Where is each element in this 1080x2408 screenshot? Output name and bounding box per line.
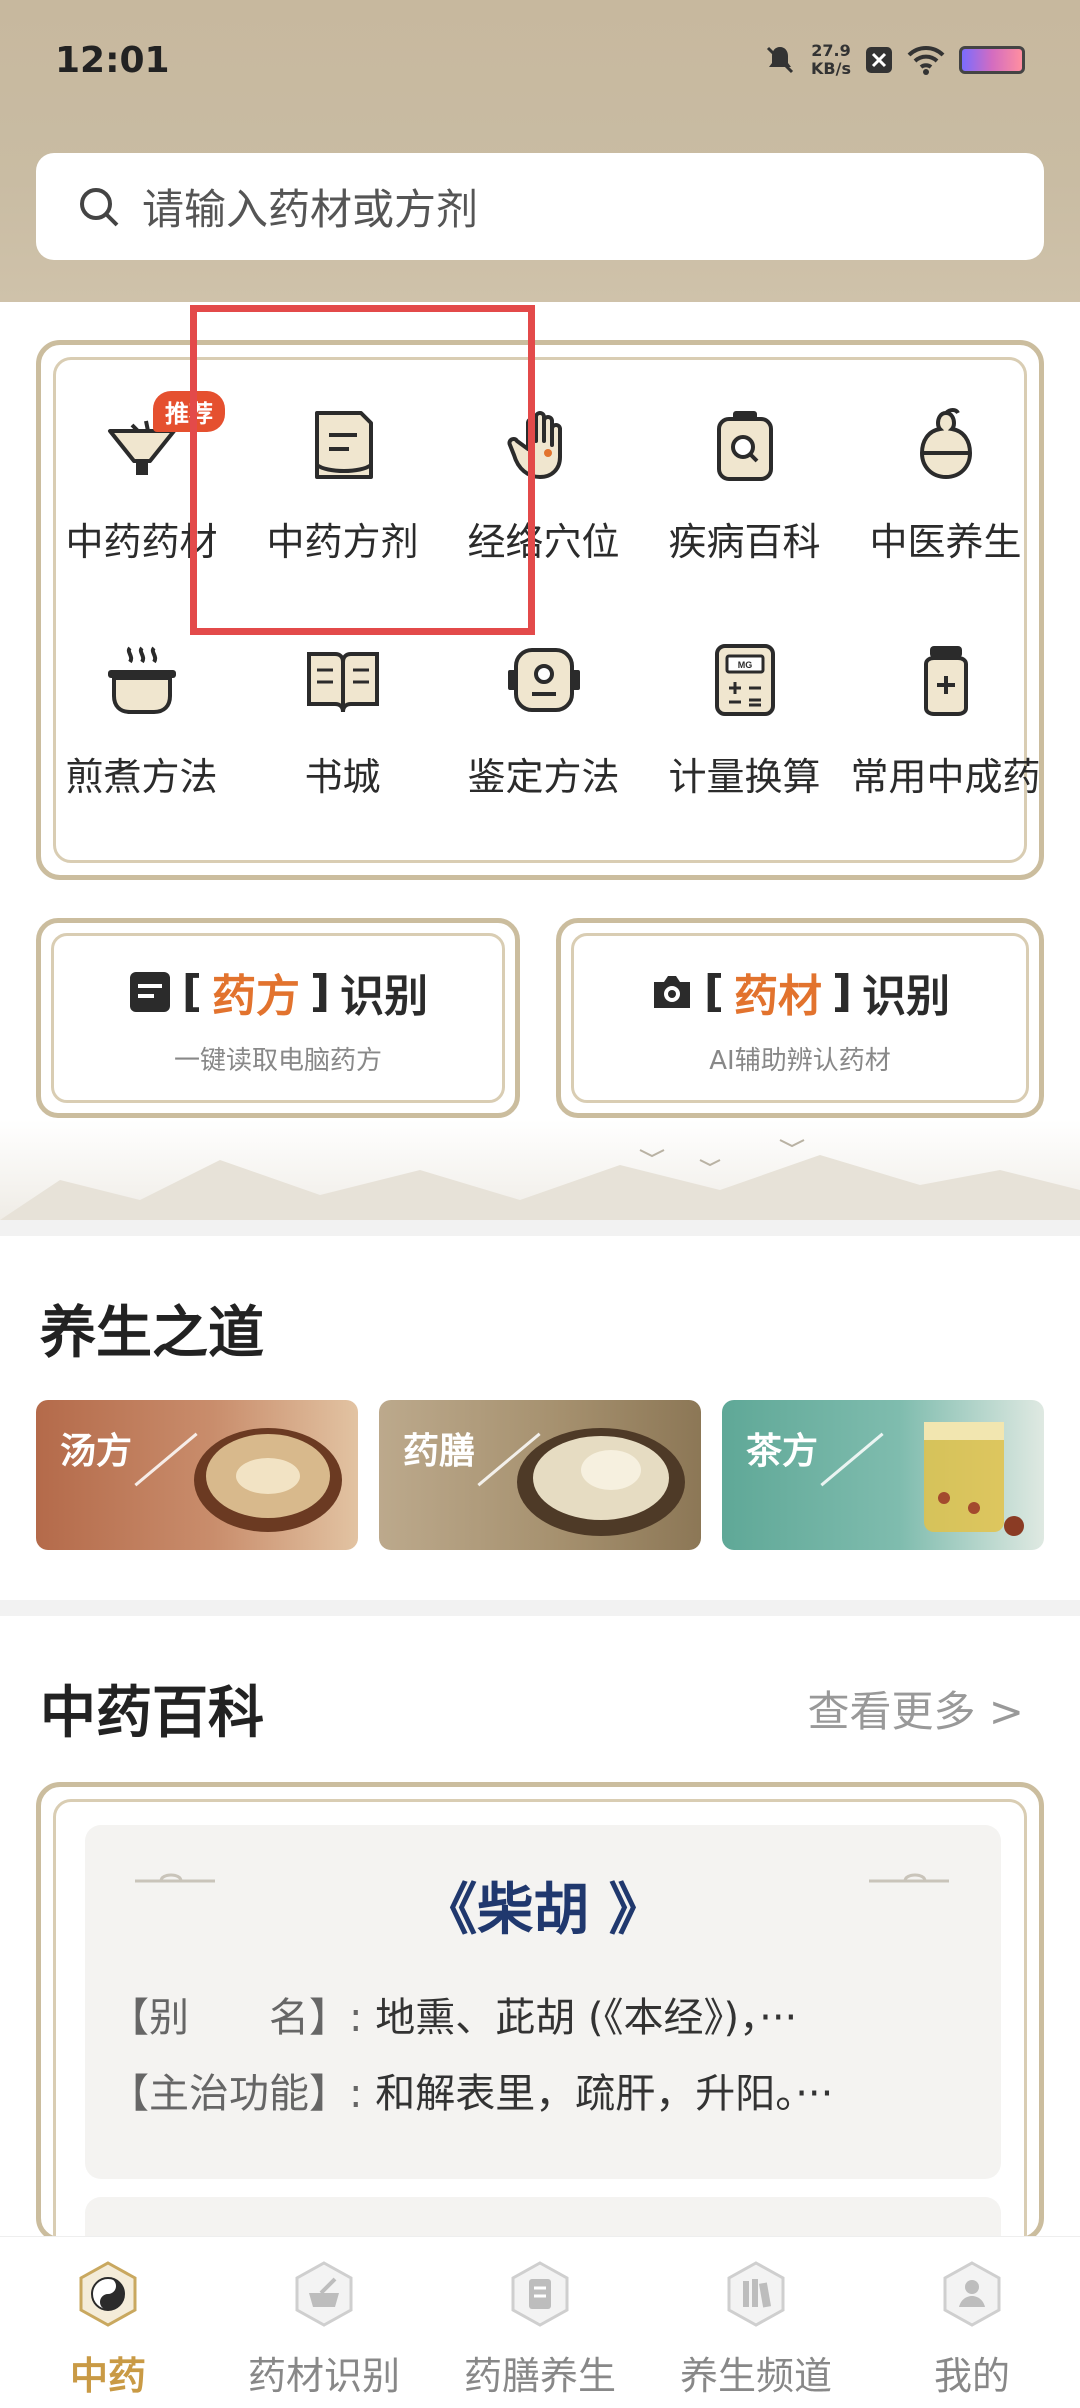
network-speed: 27.9 KB/s: [811, 41, 851, 78]
bottom-navigation: 中药 药材识别 药膳养生 养生频道 我的: [0, 2236, 1080, 2408]
mortar-icon: [295, 2261, 353, 2327]
herb-name: 《柴胡 》: [421, 1877, 665, 1943]
herb-encyclopedia-card[interactable]: 《柴胡 》 【别 名】: 地熏、茈胡 (《本经》)，··· 【主治功能】: 和解…: [36, 1782, 1044, 2242]
soup-bowl-image: [194, 1428, 342, 1532]
grid-item-decoction[interactable]: 煎煮方法: [41, 640, 242, 801]
scale-calculator-icon: MG: [714, 644, 775, 716]
grid-item-disease-encyclopedia[interactable]: 疾病百科: [644, 405, 845, 566]
nav-tab-wellness-channel[interactable]: 养生频道: [648, 2237, 864, 2408]
status-bar: 12:01 27.9 KB/s: [0, 0, 1080, 120]
open-book-icon: [306, 652, 379, 713]
wifi-icon: [907, 45, 945, 75]
disease-search-icon: [716, 411, 773, 481]
status-time: 12:01: [55, 39, 170, 81]
status-icons: 27.9 KB/s: [763, 42, 1025, 78]
svg-text:MG: MG: [737, 660, 752, 670]
search-icon: [80, 187, 119, 226]
bookshelf-icon: [727, 2261, 785, 2327]
profile-icon: [943, 2261, 1001, 2327]
section-separator: [0, 1220, 1080, 1236]
nav-tab-chinese-medicine[interactable]: 中药: [0, 2237, 216, 2408]
tile-tea[interactable]: 茶方: [722, 1400, 1044, 1550]
medicine-jar-icon: [923, 646, 968, 716]
tile-soup[interactable]: 汤方: [36, 1400, 358, 1550]
battery-icon: [959, 46, 1025, 74]
tile-medicinal-diet[interactable]: 药膳: [379, 1400, 701, 1550]
wellness-section-title: 养生之道: [40, 1300, 264, 1366]
encyclopedia-section-title: 中药百科: [40, 1680, 264, 1746]
taiji-icon: [79, 2261, 137, 2327]
chicken-dish-image: [517, 1428, 685, 1536]
grid-item-unit-conversion[interactable]: MG 计量换算: [644, 640, 845, 801]
identify-device-icon: [507, 648, 580, 712]
mountain-decoration: [0, 1120, 1080, 1220]
see-more-link[interactable]: 查看更多 >: [807, 1678, 1024, 1739]
feature-grid-card: 推荐 中药药材 中药方剂 经络穴位 疾病百科 中医养生 煎煮方法 书城 鉴定方法…: [36, 340, 1044, 880]
grid-item-wellness[interactable]: 中医养生: [845, 405, 1046, 566]
steaming-pot-icon: [107, 646, 176, 714]
search-placeholder: 请输入药材或方剂: [142, 185, 479, 234]
nav-tab-medicinal-diet[interactable]: 药膳养生: [432, 2237, 648, 2408]
gourd-icon: [919, 408, 972, 480]
section-separator: [0, 1600, 1080, 1616]
grid-item-identification[interactable]: 鉴定方法: [443, 640, 644, 801]
recipe-book-icon: [511, 2261, 569, 2327]
camera-icon: [653, 975, 690, 1008]
search-input[interactable]: 请输入药材或方剂: [36, 153, 1044, 260]
tea-glass-image: [924, 1422, 1024, 1536]
document-icon: [129, 971, 170, 1012]
nav-tab-herb-recognition[interactable]: 药材识别: [216, 2237, 432, 2408]
mountain-landscape-icon: [0, 1139, 1080, 1220]
herb-entry[interactable]: 《柴胡 》 【别 名】: 地熏、茈胡 (《本经》)，··· 【主治功能】: 和解…: [85, 1825, 1001, 2179]
mute-bell-icon: [766, 46, 794, 74]
notification-x-icon: [866, 47, 892, 73]
herb-function: 【主治功能】: 和解表里，疏肝，升阳。···: [109, 2071, 834, 2117]
grid-item-bookstore[interactable]: 书城: [242, 640, 443, 801]
highlight-annotation-box: [190, 305, 535, 635]
feature-grid-row-2: 煎煮方法 书城 鉴定方法 MG 计量换算 常用中成药: [41, 640, 1049, 801]
prescription-recognition-button[interactable]: [ 药方 ] 识别 一键读取电脑药方: [36, 918, 520, 1118]
grid-item-patent-medicine[interactable]: 常用中成药: [845, 640, 1046, 801]
herb-alias: 【别 名】: 地熏、茈胡 (《本经》)，···: [109, 1995, 798, 2041]
herb-recognition-button[interactable]: [ 药材 ] 识别 AI辅助辨认药材: [556, 918, 1044, 1118]
nav-tab-profile[interactable]: 我的: [864, 2237, 1080, 2408]
